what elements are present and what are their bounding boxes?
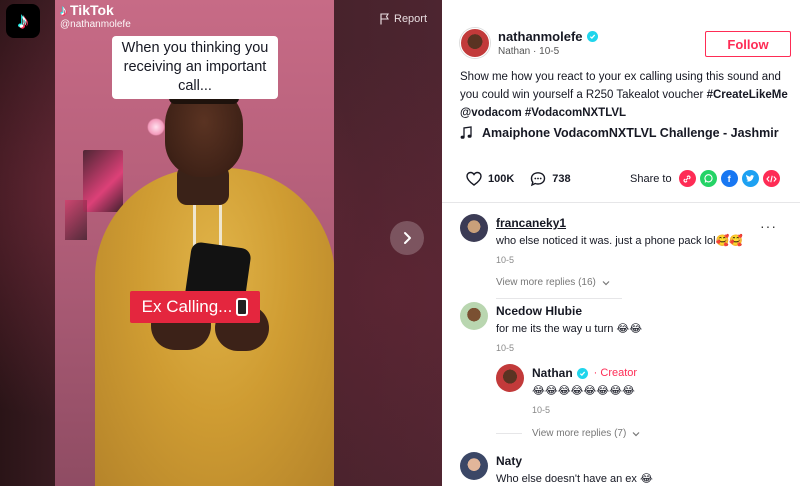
chevron-down-icon (602, 280, 610, 285)
view-more-label: View more replies (7) (532, 428, 627, 439)
comment-username[interactable]: Nathan (532, 366, 573, 380)
comment-time: 10-5 (496, 343, 515, 353)
more-icon[interactable]: ··· (760, 218, 777, 234)
facebook-icon[interactable]: f (720, 170, 738, 187)
author-header: nathanmolefe Nathan · 10-5 (460, 28, 598, 58)
comment-body: Nathan · Creator 😂😂😂😂😂😂😂😂 10-5 (532, 366, 800, 415)
reply-divider (496, 433, 522, 434)
video-description: Show me how you react to your ex calling… (460, 68, 790, 122)
report-label: Report (394, 13, 428, 25)
author-meta: nathanmolefe Nathan · 10-5 (498, 29, 598, 57)
verified-icon (576, 367, 588, 379)
avatar[interactable] (460, 452, 488, 480)
comment-button[interactable]: 738 (530, 171, 571, 187)
comment-text: for me its the way u turn 😂😂 (496, 323, 643, 335)
video-info-panel: nathanmolefe Nathan · 10-5 Follow Show m… (442, 0, 800, 486)
author-username[interactable]: nathanmolefe (498, 29, 583, 44)
video-player[interactable]: ♪ ♪ TikTok @nathanmolefe Report When you… (0, 0, 442, 486)
avatar[interactable] (460, 28, 490, 58)
share-label: Share to (630, 172, 672, 185)
avatar[interactable] (460, 214, 488, 242)
view-more-replies[interactable]: View more replies (7) (532, 428, 640, 439)
like-count: 100K (488, 173, 515, 185)
wall-lamp (147, 118, 165, 136)
hashtag-link[interactable]: #CreateLikeMe (707, 89, 788, 101)
comment-author-row: Nathan · Creator (532, 366, 800, 380)
whatsapp-icon[interactable] (699, 170, 717, 187)
comment-username[interactable]: francaneky1 (496, 216, 776, 230)
comment-text: 😂😂😂😂😂😂😂😂 (532, 385, 635, 397)
wall-poster (83, 150, 123, 212)
author-name-row[interactable]: nathanmolefe (498, 29, 598, 44)
comment-body: Naty Who else doesn't have an ex 😂 (496, 454, 776, 485)
video-caption: When you thinking you receiving an impor… (112, 36, 278, 99)
comment-username[interactable]: Ncedow Hlubie (496, 304, 776, 318)
report-button[interactable]: Report (380, 13, 427, 25)
share-bar: Share to f (630, 170, 780, 187)
avatar[interactable] (496, 364, 524, 392)
action-bar: 100K 738 (466, 171, 571, 187)
view-more-label: View more replies (16) (496, 277, 596, 288)
comment-text: Who else doesn't have an ex 😂 (496, 473, 653, 485)
reply-divider (496, 298, 622, 299)
wall-poster (65, 200, 87, 240)
mobile-phone-icon (236, 298, 249, 316)
comment-username[interactable]: Naty (496, 454, 776, 468)
overlay-text: Ex Calling... (141, 297, 233, 316)
ex-calling-overlay: Ex Calling... (130, 291, 260, 323)
watermark-brand: TikTok (70, 2, 114, 18)
author-subtitle: Nathan · 10-5 (498, 46, 560, 57)
heart-icon (466, 171, 482, 186)
chevron-right-icon (404, 232, 411, 244)
tiktok-logo-icon[interactable]: ♪ (6, 4, 40, 38)
chevron-down-icon (632, 431, 640, 436)
hashtag-link[interactable]: #VodacomNXTLVL (525, 107, 626, 119)
comment-body: francaneky1 who else noticed it was. jus… (496, 216, 776, 288)
section-divider (442, 202, 800, 203)
music-title: Amaiphone VodacomNXTLVL Challenge - Jash… (482, 126, 779, 140)
comment-text: who else noticed it was. just a phone pa… (496, 235, 743, 247)
comment-count: 738 (552, 173, 571, 185)
view-more-replies[interactable]: View more replies (16) (496, 277, 776, 288)
comment-time: 10-5 (496, 255, 515, 265)
watermark-username: @nathanmolefe (60, 19, 131, 30)
mention-link[interactable]: @vodacom (460, 107, 522, 119)
tiktok-watermark-icon: ♪ (60, 2, 67, 18)
next-video-button[interactable] (390, 221, 424, 255)
music-link[interactable]: Amaiphone VodacomNXTLVL Challenge - Jash… (460, 126, 779, 140)
video-watermark: ♪ TikTok @nathanmolefe (60, 2, 131, 30)
verified-icon (586, 31, 598, 42)
like-button[interactable]: 100K (466, 171, 514, 187)
creator-badge: · Creator (593, 367, 638, 379)
flag-icon (380, 13, 389, 25)
avatar[interactable] (460, 302, 488, 330)
embed-icon[interactable] (762, 170, 780, 187)
twitter-icon[interactable] (741, 170, 759, 187)
music-note-icon (460, 126, 472, 139)
comment-icon (531, 172, 546, 187)
comment-body: Ncedow Hlubie for me its the way u turn … (496, 304, 776, 353)
link-icon[interactable] (678, 170, 696, 187)
comment-time: 10-5 (532, 405, 551, 415)
follow-button[interactable]: Follow (705, 31, 791, 57)
